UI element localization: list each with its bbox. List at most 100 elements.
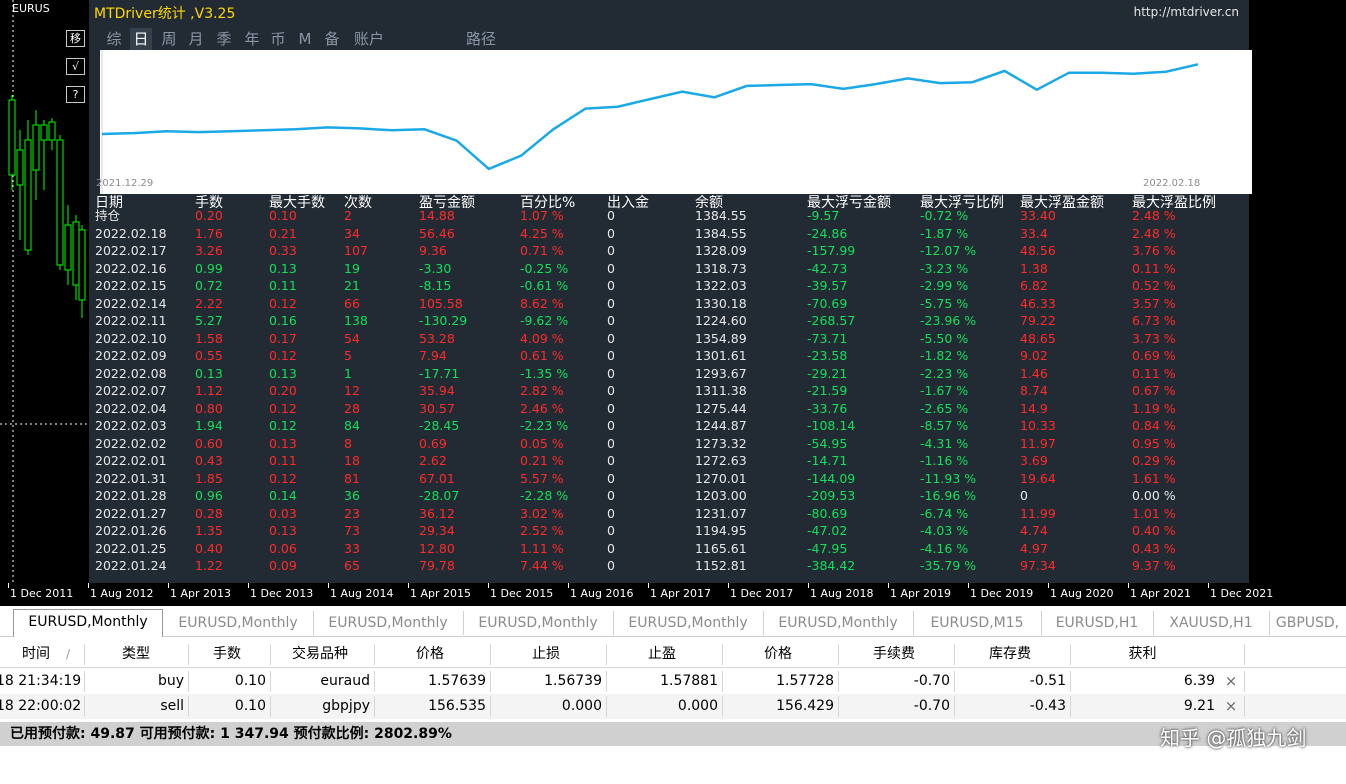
stats-cell: 1231.07 [695,505,747,521]
help-icon[interactable]: ? [66,86,85,103]
stats-cell: -0.72 % [920,208,969,223]
trade-header-4[interactable]: 价格 [374,642,486,667]
stats-cell: -54.95 [807,435,848,451]
chart-tab-0[interactable]: EURUSD,Monthly [13,609,163,637]
stats-cell: 1 [344,365,352,381]
move-icon[interactable]: 移 [66,30,85,47]
tab-1[interactable]: 日 [130,28,152,50]
stats-cell: 5.27 [195,313,223,328]
tab-10[interactable]: 路径 [463,28,499,50]
chart-tab-5[interactable]: EURUSD,Monthly [763,611,914,635]
stats-cell: 0.11 % [1132,365,1176,381]
panel-title: MTDriver统计 ,V3.25 [94,6,236,22]
stats-cell: 0.14 [269,488,297,503]
curve-end-date: 2022.02.18 [1143,178,1201,189]
trade-header-8[interactable]: 手续费 [838,642,950,667]
stats-cell: 28 [344,400,360,416]
check-icon[interactable]: √ [66,58,85,75]
chart-tab-4[interactable]: EURUSD,Monthly [613,611,764,635]
tab-9[interactable]: 账户 [351,28,387,50]
trade-row[interactable]: 18 22:00:02 sell 0.10 gbpjpy 156.535 0.000 0.0… [0,694,1346,719]
tab-8[interactable]: 备 [321,28,343,50]
stats-row: 2022.02.03 1.94 0.12 84 -28.45 -2.23 % 0 1244.8… [89,417,1249,435]
trade-header-5[interactable]: 止损 [490,642,602,667]
trade-header-1[interactable]: 类型 [88,642,184,667]
chart-tab-6[interactable]: EURUSD,M15 [913,611,1042,635]
stats-cell: 4.25 % [520,225,564,241]
date-tick [1128,583,1129,588]
symbol-label: EURUS [12,2,50,15]
stats-cell: 0 [1020,488,1028,503]
tab-0[interactable]: 综 [103,28,125,50]
stats-cell: 1.19 % [1132,400,1176,416]
stats-cell: 0 [607,453,615,468]
balance-line [101,63,1199,171]
stats-cell: 2022.01.25 [95,540,167,556]
date-label: 1 Dec 2019 [970,587,1034,600]
stats-cell: 48.56 [1020,243,1056,258]
candle-body [48,121,56,141]
tab-6[interactable]: 币 [267,28,289,50]
stats-row: 2022.02.01 0.43 0.11 18 2.62 0.21 % 0 1272.63 -1… [89,452,1249,470]
trade-cell: -0.51 [1029,673,1066,689]
stats-cell: 21 [344,278,360,293]
tab-4[interactable]: 季 [213,28,235,50]
stats-cell: 11.99 [1020,505,1056,521]
stats-cell: -144.09 [807,470,856,486]
stats-cell: 1.38 [1020,260,1048,276]
trade-header-7[interactable]: 价格 [722,642,834,667]
stats-cell: 0 [607,260,615,276]
stats-cell: -8.57 % [920,418,969,433]
margin-status: 已用预付款: 49.87 可用预付款: 1 347.94 预付款比例: 2802… [10,726,452,742]
stats-cell: -6.74 % [920,505,969,521]
stats-cell: -4.03 % [920,523,969,538]
trade-header-2[interactable]: 手数 [188,642,266,667]
stats-cell: 2.46 % [520,400,564,416]
trade-header-6[interactable]: 止盈 [606,642,718,667]
chart-tab-3[interactable]: EURUSD,Monthly [463,611,614,635]
stats-cell: 29.34 [419,523,455,538]
stats-cell: 0 [607,330,615,346]
tab-2[interactable]: 周 [158,28,180,50]
trade-header-9[interactable]: 库存费 [954,642,1066,667]
stats-cell: 7.44 % [520,558,564,573]
tab-3[interactable]: 月 [185,28,207,50]
date-tick [488,583,489,588]
stats-cell: 0.28 [195,505,223,521]
stats-cell: -0.61 % [520,278,569,293]
tab-5[interactable]: 年 [241,28,263,50]
column-separator [838,644,839,665]
chart-tab-1[interactable]: EURUSD,Monthly [163,611,314,635]
chart-tab-9[interactable]: GBPUSD, [1269,611,1346,635]
chart-tab-8[interactable]: XAUUSD,H1 [1153,611,1270,635]
price-chart[interactable]: EURUS 移 √ ? MTDriver统计 ,V3.25 http://mtd… [0,0,1346,606]
chart-tab-7[interactable]: EURUSD,H1 [1041,611,1154,635]
chart-tab-2[interactable]: EURUSD,Monthly [313,611,464,635]
stats-cell: 0.21 [269,225,297,241]
stats-cell: -5.75 % [920,295,969,311]
close-position-icon[interactable]: × [1224,669,1238,694]
stats-cell: 3.69 [1020,453,1048,468]
panel-url[interactable]: http://mtdriver.cn [1134,5,1239,19]
curve-start-date: 2021.12.29 [96,178,154,189]
stats-cell: 0 [607,278,615,293]
stats-cell: 19.64 [1020,470,1056,486]
stats-cell: 1384.55 [695,225,747,241]
column-separator [490,696,491,717]
trade-header-3[interactable]: 交易品种 [270,642,370,667]
column-separator [722,696,723,717]
trade-row[interactable]: 18 21:34:19 buy 0.10 euraud 1.57639 1.56739 1.… [0,669,1346,694]
trade-header-10[interactable]: 获利 [1070,642,1215,667]
column-separator [84,671,85,692]
stats-cell: 2.52 % [520,523,564,538]
stats-cell: -5.50 % [920,330,969,346]
stats-cell: 1270.01 [695,470,747,486]
column-separator [954,644,955,665]
date-axis: 1 Dec 2011 1 Aug 2012 1 Apr 2013 1 Dec 2013… [0,583,1346,605]
tab-7[interactable]: M [295,28,315,50]
stats-cell: 0 [607,488,615,503]
watermark: 知乎 @孤独九剑 [1160,726,1307,750]
close-position-icon[interactable]: × [1224,694,1238,719]
date-label: 1 Apr 2013 [170,587,232,600]
stats-cell: 2022.02.04 [95,400,167,416]
